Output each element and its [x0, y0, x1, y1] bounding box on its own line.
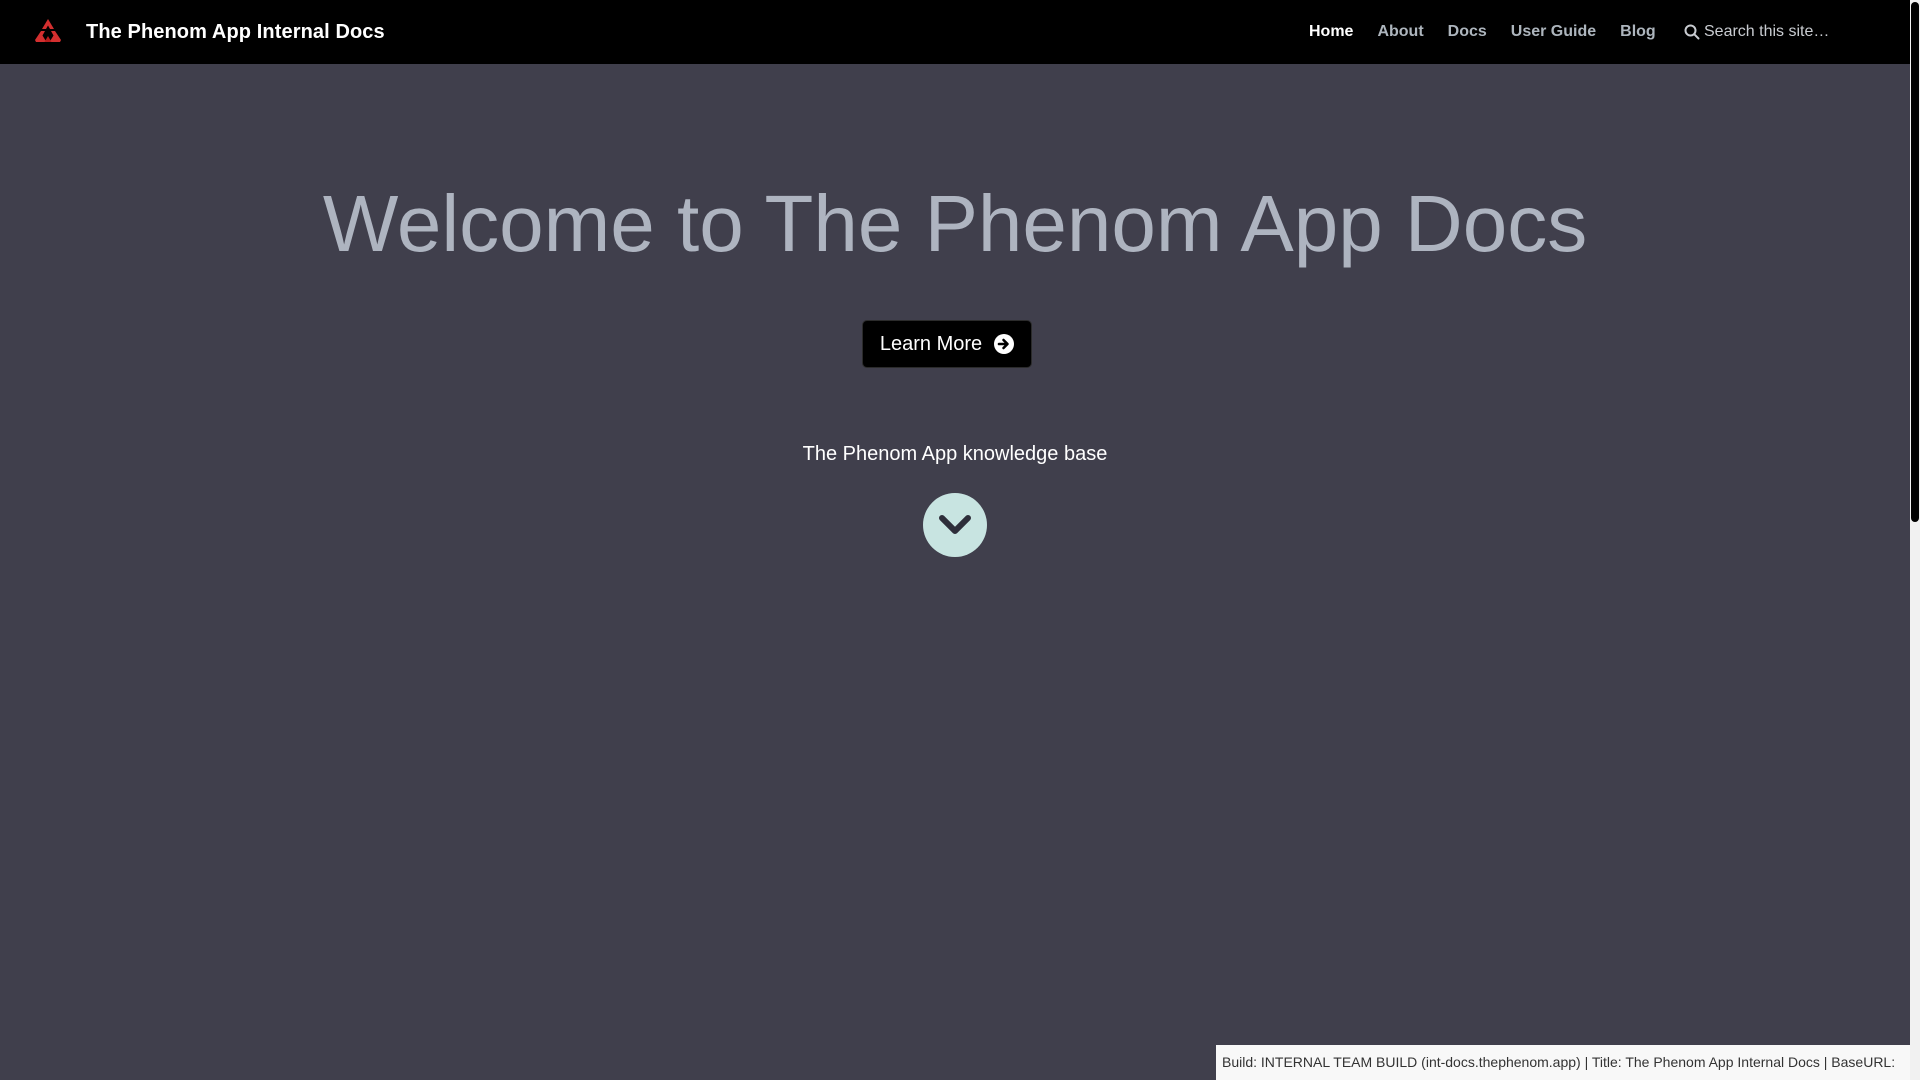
nav-link-blog[interactable]: Blog	[1620, 23, 1656, 41]
nav-link-docs[interactable]: Docs	[1448, 23, 1487, 41]
chevron-down-icon	[939, 515, 971, 534]
learn-more-button[interactable]: Learn More	[862, 320, 1032, 368]
site-search	[1684, 18, 1884, 46]
nav-link-about[interactable]: About	[1377, 23, 1423, 41]
nav-link-user-guide[interactable]: User Guide	[1511, 23, 1596, 41]
phenom-logo-icon	[35, 19, 61, 42]
arrow-circle-right-icon	[994, 334, 1015, 354]
search-icon	[1684, 24, 1700, 40]
hero-title: Welcome to The Phenom App Docs	[322, 179, 1588, 268]
scrollbar-thumb[interactable]	[1911, 2, 1919, 522]
scroll-down-button[interactable]	[923, 493, 987, 557]
brand-link[interactable]: The Phenom App Internal Docs	[32, 16, 385, 48]
search-input[interactable]	[1704, 23, 1874, 41]
nav-links: Home About Docs User Guide Blog	[1309, 0, 1680, 64]
hero-tagline: The Phenom App knowledge base	[802, 443, 1108, 465]
build-info-footer: Build: INTERNAL TEAM BUILD (int-docs.the…	[1216, 1045, 1910, 1080]
top-navbar: The Phenom App Internal Docs Home About …	[0, 0, 1910, 64]
brand-title: The Phenom App Internal Docs	[86, 20, 385, 43]
page-scrollbar[interactable]	[1910, 0, 1920, 1080]
nav-link-home[interactable]: Home	[1309, 23, 1353, 41]
learn-more-label: Learn More	[879, 332, 983, 355]
